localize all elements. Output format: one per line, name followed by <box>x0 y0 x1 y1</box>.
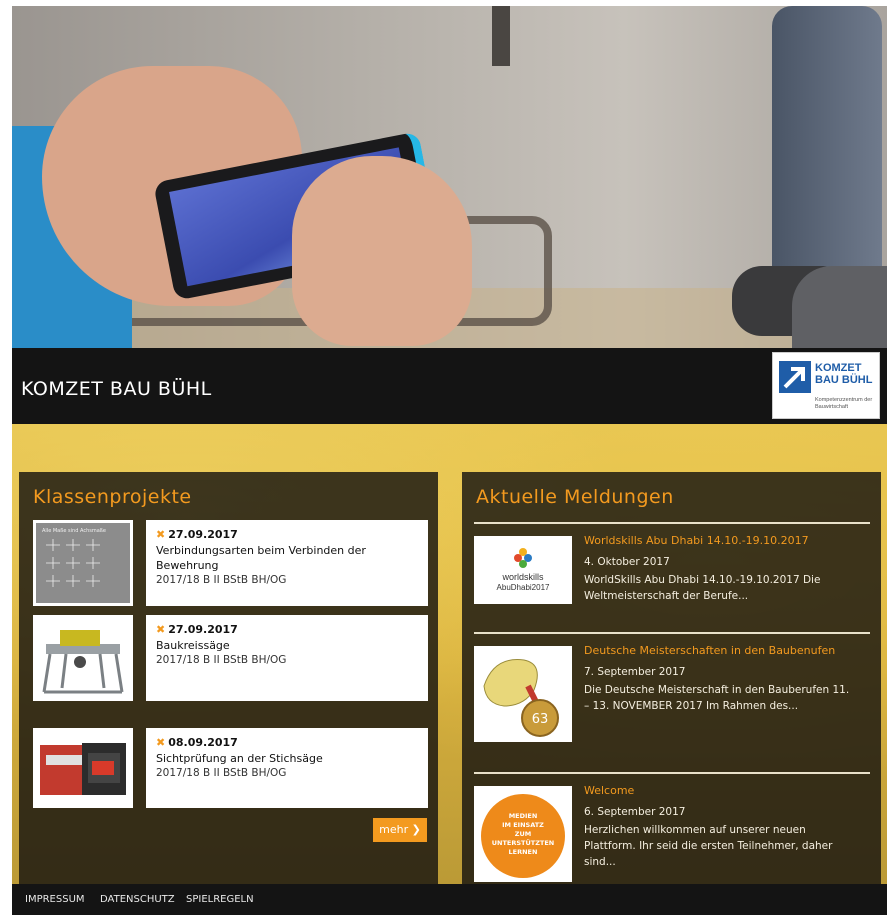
site-title[interactable]: KOMZET BAU BÜHL <box>21 378 212 400</box>
badge-line5: LERNEN <box>509 848 538 856</box>
news-headline[interactable]: Worldskills Abu Dhabi 14.10.-19.10.2017 <box>584 534 809 547</box>
logo-subtitle: Kompetenzzentrum der Bauwirtschaft <box>815 397 873 410</box>
tools-icon: ✖ <box>156 736 166 749</box>
project-thumbnail[interactable] <box>33 615 133 701</box>
worldskills-text: worldskills <box>501 572 544 582</box>
project-meta: 2017/18 B II BStB BH/OG <box>156 574 287 586</box>
main-content: Klassenprojekte Alle Maße sind Achsmaße … <box>12 424 887 884</box>
news-excerpt: Herzlichen willkommen auf unserer neuen … <box>584 824 833 868</box>
news-headline[interactable]: Deutsche Meisterschaften in den Baubenuf… <box>584 644 835 657</box>
project-card[interactable]: ✖ 27.09.2017 Baukreissäge 2017/18 B II BS… <box>146 615 428 701</box>
project-date: 27.09.2017 <box>168 528 238 541</box>
logo-line2: BAU BÜHL <box>815 374 873 386</box>
badge-line4: UNTERSTÜTZTEN <box>492 838 554 847</box>
news-date: 6. September 2017 <box>584 806 686 818</box>
more-button[interactable]: mehr ❯ <box>373 818 427 842</box>
news-headline[interactable]: Welcome <box>584 784 634 797</box>
project-date: 08.09.2017 <box>168 736 238 749</box>
divider <box>474 522 870 524</box>
project-card[interactable]: ✖ 27.09.2017 Verbindungsarten beim Verbin… <box>146 520 428 606</box>
news-heading: Aktuelle Meldungen <box>476 486 674 508</box>
tools-icon: ✖ <box>156 528 166 541</box>
project-meta: 2017/18 B II BStB BH/OG <box>156 654 287 666</box>
project-title[interactable]: Verbindungsarten beim Verbinden der Bewe… <box>156 543 418 573</box>
logo-line1: KOMZET <box>815 362 862 374</box>
news-thumbnail[interactable]: 63 <box>474 646 572 742</box>
news-item[interactable]: 63 Deutsche Meisterschaften in den Baube… <box>474 632 870 762</box>
project-date: 27.09.2017 <box>168 623 238 636</box>
class-projects-heading: Klassenprojekte <box>33 486 192 508</box>
project-thumbnail[interactable] <box>33 728 133 808</box>
news-date: 7. September 2017 <box>584 666 686 678</box>
project-title[interactable]: Baukreissäge <box>156 638 418 653</box>
divider <box>474 772 870 774</box>
badge-line2: IM EINSATZ <box>502 821 544 829</box>
footer-link-datenschutz[interactable]: DATENSCHUTZ <box>100 894 175 905</box>
hero-image <box>12 6 887 348</box>
news-item[interactable]: worldskills AbuDhabi2017 Worldskills Abu… <box>474 522 870 626</box>
divider <box>474 632 870 634</box>
project-title[interactable]: Sichtprüfung an der Stichsäge <box>156 751 418 766</box>
footer-link-spielregeln[interactable]: SPIELREGELN <box>186 894 254 905</box>
news-thumbnail[interactable]: MEDIEN IM EINSATZ ZUM UNTERSTÜTZTEN LERN… <box>474 786 572 882</box>
project-thumbnail[interactable]: Alle Maße sind Achsmaße <box>33 520 133 606</box>
abudhabi-text: AbuDhabi2017 <box>497 583 550 592</box>
site-footer: IMPRESSUM DATENSCHUTZ SPIELREGELN <box>12 884 887 915</box>
class-projects-panel: Klassenprojekte Alle Maße sind Achsmaße … <box>19 472 438 884</box>
badge-line3: ZUM <box>515 830 531 838</box>
site-logo[interactable]: KOMZET BAU BÜHL Kompetenzzentrum der Bau… <box>772 352 880 419</box>
news-excerpt: WorldSkills Abu Dhabi 14.10.-19.10.2017 … <box>584 574 821 602</box>
medal-number: 63 <box>532 712 549 727</box>
news-date: 4. Oktober 2017 <box>584 556 670 568</box>
news-excerpt: Die Deutsche Meisterschaft in den Bauber… <box>584 684 850 712</box>
site-header: KOMZET BAU BÜHL KOMZET BAU BÜHL Kompeten… <box>12 348 887 424</box>
project-meta: 2017/18 B II BStB BH/OG <box>156 767 287 779</box>
project-card[interactable]: ✖ 08.09.2017 Sichtprüfung an der Stichsäg… <box>146 728 428 808</box>
footer-link-impressum[interactable]: IMPRESSUM <box>25 894 85 905</box>
news-thumbnail[interactable]: worldskills AbuDhabi2017 <box>474 536 572 604</box>
drawing-title-text: Alle Maße sind Achsmaße <box>42 528 106 534</box>
news-item[interactable]: MEDIEN IM EINSATZ ZUM UNTERSTÜTZTEN LERN… <box>474 772 870 882</box>
badge-line1: MEDIEN <box>509 812 538 820</box>
news-panel: Aktuelle Meldungen worldskills AbuDhabi2… <box>462 472 881 884</box>
arrow-icon <box>779 361 811 393</box>
tools-icon: ✖ <box>156 623 166 636</box>
